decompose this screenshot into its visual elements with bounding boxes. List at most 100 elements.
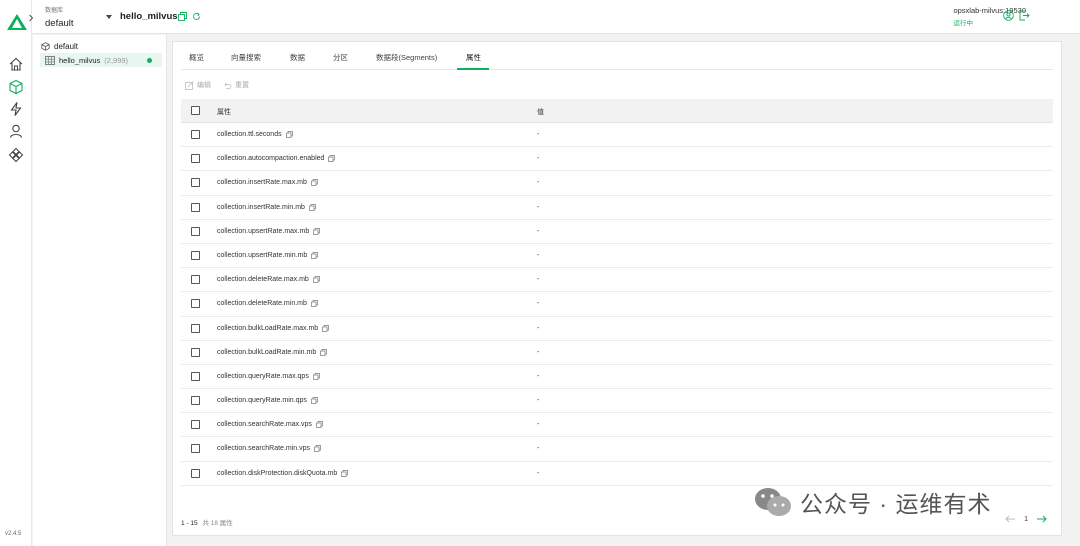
copy-icon[interactable] <box>311 300 318 308</box>
table-row[interactable]: collection.diskProtection.diskQuota.mb - <box>181 462 1053 486</box>
database-select[interactable]: 数据库 default <box>42 3 116 31</box>
table-row[interactable]: collection.searchRate.max.vps - <box>181 413 1053 438</box>
property-cell: collection.upsertRate.max.mb <box>217 227 321 235</box>
copy-icon[interactable] <box>316 421 323 429</box>
milvus-logo-icon[interactable] <box>6 13 28 31</box>
edit-button[interactable]: 编辑 <box>185 80 211 90</box>
property-name: collection.insertRate.min.mb <box>217 203 305 211</box>
row-checkbox[interactable] <box>191 323 200 333</box>
row-checkbox[interactable] <box>191 154 200 164</box>
copy-icon[interactable] <box>312 373 320 380</box>
user-icon[interactable] <box>8 123 24 139</box>
chevron-right-icon[interactable] <box>27 14 35 22</box>
copy-icon[interactable] <box>311 397 318 404</box>
row-checkbox[interactable] <box>191 420 200 430</box>
copy-icon[interactable] <box>178 12 187 21</box>
row-checkbox[interactable] <box>191 130 200 139</box>
table-row[interactable]: collection.queryRate.min.qps - <box>181 389 1053 414</box>
row-checkbox[interactable] <box>191 275 200 285</box>
tab-bar: 概览 向量搜索 数据 分区 数据段(Segments) 属性 <box>181 42 1053 70</box>
copy-icon[interactable] <box>328 155 336 163</box>
tree-collection-label: hello_milvus <box>59 55 101 65</box>
table-footer: 1 - 15 共 18 属性 <box>181 517 233 527</box>
tree-collection-item[interactable]: hello_milvus (2,999) <box>40 53 162 67</box>
table-row[interactable]: collection.queryRate.max.qps - <box>181 365 1053 390</box>
current-page[interactable]: 1 <box>1024 516 1028 523</box>
tab-partitions[interactable]: 分区 <box>333 52 348 63</box>
property-cell: collection.deleteRate.min.mb <box>217 300 318 307</box>
row-checkbox[interactable] <box>191 444 200 454</box>
property-name: collection.autocompaction.enabled <box>217 155 325 163</box>
property-name: collection.ttl.seconds <box>217 131 282 138</box>
row-checkbox[interactable] <box>191 250 200 260</box>
row-checkbox[interactable] <box>191 299 200 309</box>
copy-icon[interactable] <box>311 179 318 187</box>
property-cell: collection.bulkLoadRate.max.mb <box>217 324 330 332</box>
tree-database-label: default <box>54 42 79 51</box>
copy-icon[interactable] <box>313 227 321 235</box>
copy-icon[interactable] <box>341 469 349 477</box>
property-cell: collection.deleteRate.max.mb <box>217 276 320 283</box>
connection-address: opsxlab-milvus:19530 <box>953 6 1026 15</box>
copy-icon[interactable] <box>312 276 320 283</box>
table-row[interactable]: collection.insertRate.max.mb - <box>181 171 1053 196</box>
table-row[interactable]: collection.upsertRate.max.mb - <box>181 220 1053 244</box>
tab-vector-search[interactable]: 向量搜索 <box>231 52 261 63</box>
column-header-value: 值 <box>537 109 544 116</box>
nodes-icon[interactable] <box>8 147 24 163</box>
copy-icon[interactable] <box>322 324 330 332</box>
table-row[interactable]: collection.upsertRate.min.mb - <box>181 244 1053 269</box>
copy-icon[interactable] <box>314 445 321 453</box>
tab-properties[interactable]: 属性 <box>466 52 481 63</box>
row-range: 1 - 15 <box>181 520 198 527</box>
copy-icon[interactable] <box>309 203 316 211</box>
logout-icon[interactable] <box>1019 10 1030 21</box>
select-all-checkbox[interactable] <box>191 106 200 115</box>
property-name: collection.bulkLoadRate.min.mb <box>217 348 317 356</box>
copy-icon[interactable] <box>320 348 328 356</box>
table-row[interactable]: collection.searchRate.min.vps - <box>181 437 1053 462</box>
row-checkbox[interactable] <box>191 178 200 188</box>
row-checkbox[interactable] <box>191 226 200 236</box>
row-checkbox[interactable] <box>191 347 200 357</box>
arrow-left-icon[interactable] <box>1005 515 1016 523</box>
value-cell: - <box>537 227 540 235</box>
table-row[interactable]: collection.autocompaction.enabled - <box>181 147 1053 172</box>
table-row[interactable]: collection.deleteRate.max.mb - <box>181 268 1053 293</box>
user-circle-icon[interactable] <box>1003 10 1014 21</box>
tab-data[interactable]: 数据 <box>290 52 305 63</box>
lightning-icon[interactable] <box>8 101 24 117</box>
copy-icon[interactable] <box>285 131 293 138</box>
row-checkbox[interactable] <box>191 468 200 478</box>
copy-icon[interactable] <box>311 252 319 259</box>
database-cube-icon <box>41 42 50 51</box>
reset-button[interactable]: 重置 <box>223 80 249 90</box>
database-select-value: default <box>45 18 74 29</box>
table-row[interactable]: collection.deleteRate.min.mb - <box>181 292 1053 317</box>
value-cell: - <box>537 445 540 453</box>
home-icon[interactable] <box>8 56 24 72</box>
arrow-right-icon[interactable] <box>1036 515 1047 523</box>
toolbar: 编辑 重置 <box>185 79 261 91</box>
refresh-icon[interactable] <box>192 12 201 21</box>
property-name: collection.searchRate.min.vps <box>217 445 310 453</box>
row-checkbox[interactable] <box>191 396 200 406</box>
table-row[interactable]: collection.insertRate.min.mb - <box>181 196 1053 220</box>
property-cell: collection.queryRate.max.qps <box>217 373 320 380</box>
table-row[interactable]: collection.bulkLoadRate.max.mb - <box>181 317 1053 341</box>
tab-overview[interactable]: 概览 <box>189 52 204 63</box>
property-cell: collection.ttl.seconds <box>217 131 293 138</box>
property-name: collection.upsertRate.min.mb <box>217 251 308 259</box>
caret-down-icon <box>106 15 112 19</box>
table-row[interactable]: collection.bulkLoadRate.min.mb - <box>181 341 1053 365</box>
reset-button-label: 重置 <box>235 82 249 89</box>
collection-cube-icon[interactable] <box>8 79 24 95</box>
tab-segments[interactable]: 数据段(Segments) <box>376 52 437 63</box>
property-name: collection.queryRate.max.qps <box>217 372 309 380</box>
tree-database-item[interactable]: default <box>41 42 78 51</box>
main-card: 概览 向量搜索 数据 分区 数据段(Segments) 属性 编辑 重置 属性 … <box>172 41 1062 536</box>
row-checkbox[interactable] <box>191 371 200 381</box>
table-row[interactable]: collection.ttl.seconds - <box>181 123 1053 148</box>
property-cell: collection.diskProtection.diskQuota.mb <box>217 469 349 477</box>
row-checkbox[interactable] <box>191 202 200 212</box>
